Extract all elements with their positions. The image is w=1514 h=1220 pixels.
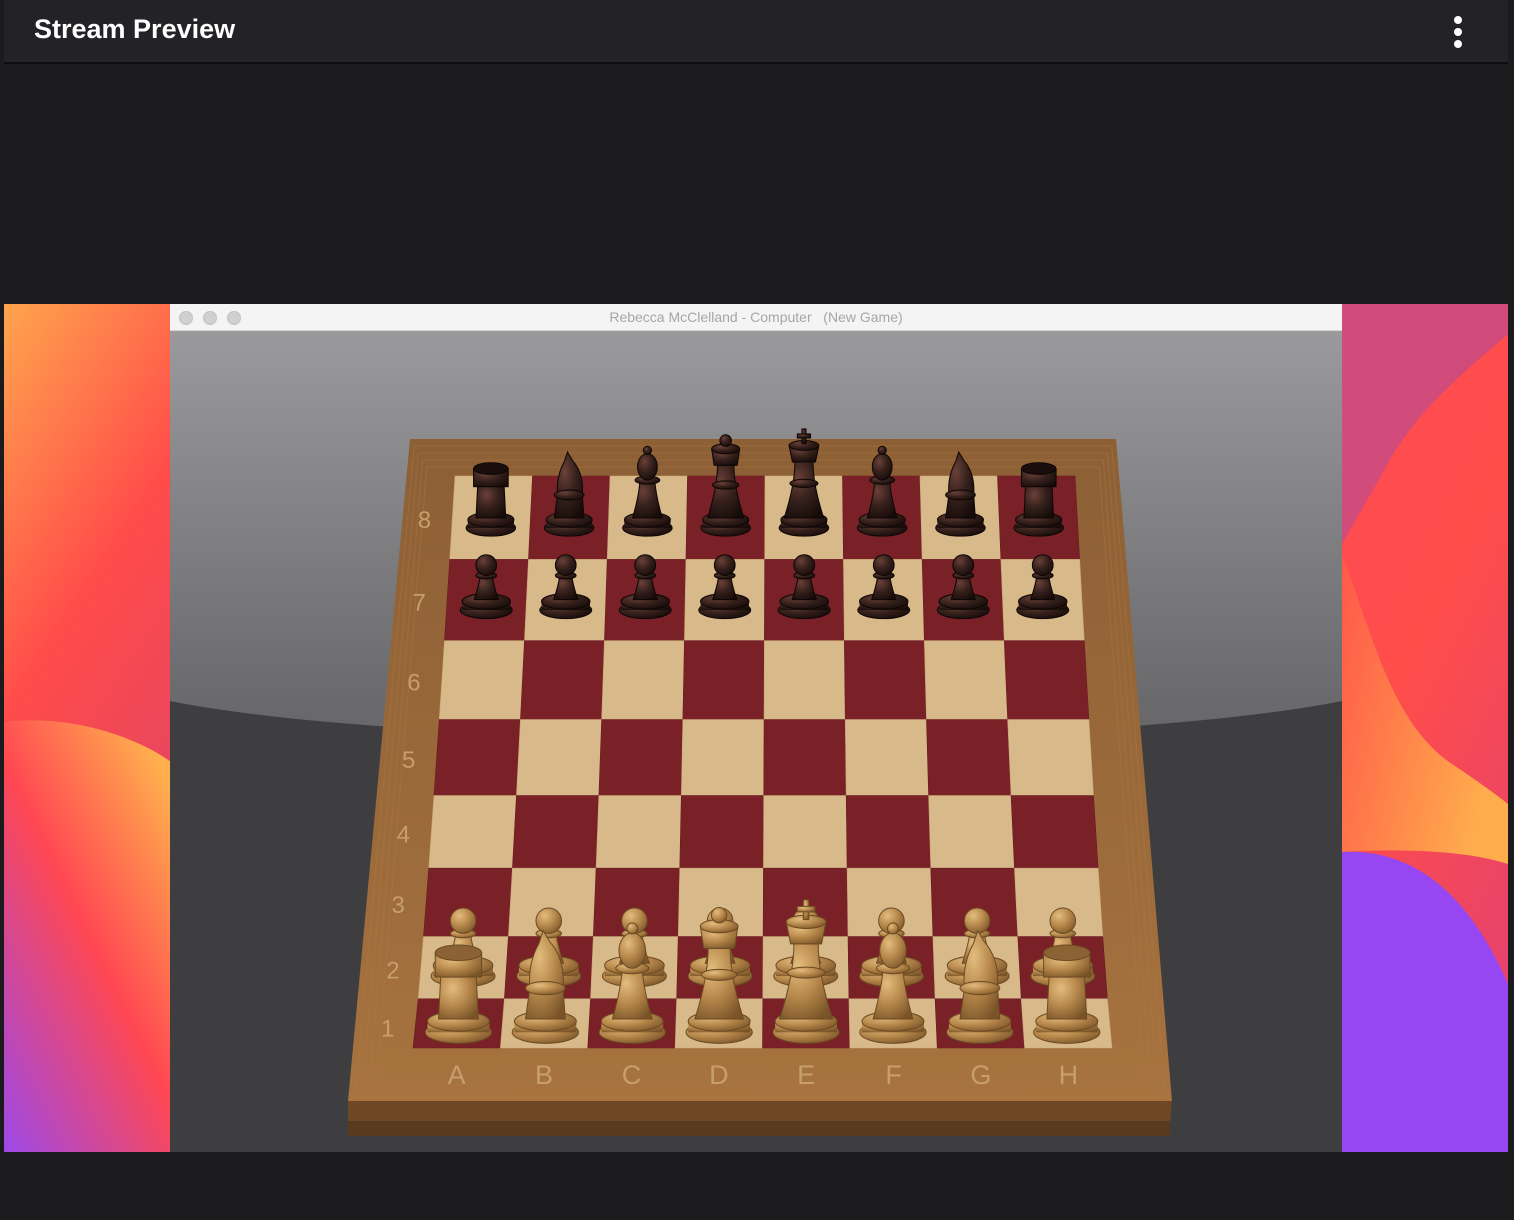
square-e5[interactable] [763, 719, 847, 796]
rank-label: 4 [397, 821, 410, 848]
square-h5[interactable] [1007, 719, 1094, 796]
square-g4[interactable] [928, 795, 1015, 869]
file-label: B [535, 1060, 553, 1090]
square-h4[interactable] [1010, 795, 1099, 869]
file-label: D [709, 1060, 729, 1090]
square-d4[interactable] [679, 795, 765, 869]
file-label: F [885, 1060, 902, 1090]
square-a5[interactable] [433, 719, 521, 796]
square-c6[interactable] [601, 640, 685, 720]
square-a6[interactable] [438, 640, 525, 720]
stream-preview-app: Stream Preview Rebecca McClelland - Comp… [4, 0, 1508, 1220]
rank-label: 8 [418, 507, 431, 534]
square-d6[interactable] [682, 640, 765, 720]
rank-label: 5 [402, 747, 415, 774]
square-f5[interactable] [844, 719, 929, 796]
rank-label: 7 [412, 589, 425, 616]
rank-label: 6 [407, 669, 420, 696]
square-d5[interactable] [681, 719, 765, 796]
stream-video: Rebecca McClelland - Computer (New Game) [4, 304, 1508, 1152]
file-label: E [797, 1060, 815, 1090]
square-g6[interactable] [924, 640, 1008, 720]
square-b5[interactable] [516, 719, 602, 796]
rank-label: 2 [386, 958, 399, 985]
header-bar: Stream Preview [4, 0, 1508, 64]
square-h6[interactable] [1003, 640, 1090, 720]
window-titlebar: Rebecca McClelland - Computer (New Game) [170, 304, 1342, 331]
square-c4[interactable] [595, 795, 682, 869]
desktop-wallpaper-right [1342, 304, 1508, 1152]
square-e6[interactable] [763, 640, 846, 720]
chess-scene: A B C D E F G H 1 2 3 4 5 6 7 8 [170, 331, 1342, 1152]
chess-board[interactable]: A B C D E F G H 1 2 3 4 5 6 7 8 [170, 331, 1342, 1152]
square-b6[interactable] [520, 640, 605, 720]
file-label: C [622, 1060, 642, 1090]
square-f4[interactable] [845, 795, 932, 869]
window-title: Rebecca McClelland - Computer (New Game) [609, 309, 903, 325]
square-g5[interactable] [926, 719, 1012, 796]
rank-label: 1 [381, 1015, 394, 1042]
more-vertical-icon[interactable] [1444, 12, 1472, 52]
rank-label: 3 [391, 892, 404, 919]
chess-app-window: Rebecca McClelland - Computer (New Game) [170, 304, 1342, 1152]
square-f6[interactable] [844, 640, 927, 720]
page-title: Stream Preview [34, 14, 236, 44]
square-a4[interactable] [428, 795, 517, 869]
desktop-wallpaper-left [4, 304, 174, 1152]
file-label: G [970, 1060, 991, 1090]
file-label: A [448, 1060, 466, 1090]
square-e4[interactable] [763, 795, 848, 869]
file-label: H [1059, 1060, 1079, 1090]
square-b4[interactable] [512, 795, 600, 869]
square-c5[interactable] [598, 719, 684, 796]
